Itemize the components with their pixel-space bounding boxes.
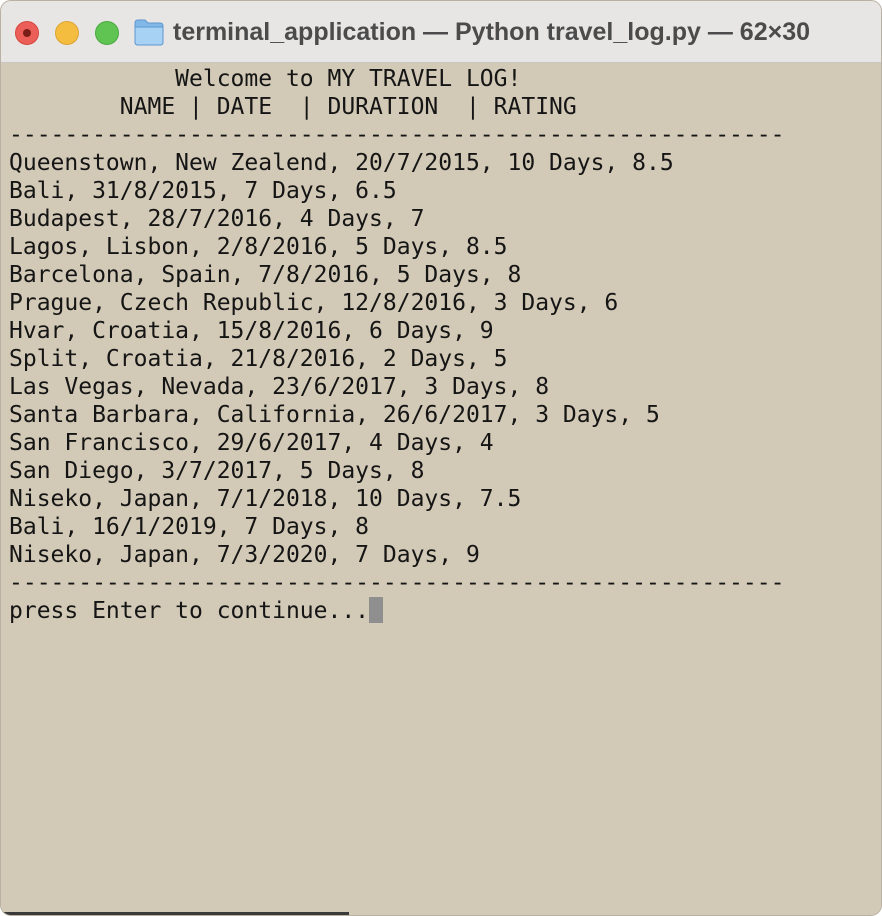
close-button[interactable] xyxy=(15,21,39,45)
travel-entry: Barcelona, Spain, 7/8/2016, 5 Days, 8 xyxy=(9,262,522,288)
travel-entry: Santa Barbara, California, 26/6/2017, 3 … xyxy=(9,402,660,428)
text-cursor xyxy=(369,597,384,623)
title-bar[interactable]: terminal_application — Python travel_log… xyxy=(1,1,881,63)
terminal-content[interactable]: Welcome to MY TRAVEL LOG! NAME | DATE | … xyxy=(1,63,881,915)
window-edge xyxy=(1,912,349,915)
zoom-button[interactable] xyxy=(95,21,119,45)
travel-entry: Budapest, 28/7/2016, 4 Days, 7 xyxy=(9,206,425,232)
terminal-window: terminal_application — Python travel_log… xyxy=(0,0,882,916)
travel-entry: Bali, 16/1/2019, 7 Days, 8 xyxy=(9,514,370,540)
travel-entry: Hvar, Croatia, 15/8/2016, 6 Days, 9 xyxy=(9,318,494,344)
close-icon xyxy=(23,29,31,37)
travel-entry: San Francisco, 29/6/2017, 4 Days, 4 xyxy=(9,430,494,456)
column-header: NAME | DATE | DURATION | RATING xyxy=(9,94,577,120)
window-title: terminal_application — Python travel_log… xyxy=(173,18,810,46)
divider-top: ----------------------------------------… xyxy=(9,122,785,148)
minimize-button[interactable] xyxy=(55,21,79,45)
travel-entry: Prague, Czech Republic, 12/8/2016, 3 Day… xyxy=(9,290,619,316)
prompt-line: press Enter to continue... xyxy=(9,597,384,625)
prompt-text: press Enter to continue... xyxy=(9,598,370,624)
travel-entry: Lagos, Lisbon, 2/8/2016, 5 Days, 8.5 xyxy=(9,234,508,260)
travel-entry: Las Vegas, Nevada, 23/6/2017, 3 Days, 8 xyxy=(9,374,550,400)
travel-entry: San Diego, 3/7/2017, 5 Days, 8 xyxy=(9,458,425,484)
travel-entry: Niseko, Japan, 7/3/2020, 7 Days, 9 xyxy=(9,542,480,568)
travel-entry: Queenstown, New Zealend, 20/7/2015, 10 D… xyxy=(9,150,674,176)
travel-entry: Niseko, Japan, 7/1/2018, 10 Days, 7.5 xyxy=(9,486,522,512)
travel-entry: Split, Croatia, 21/8/2016, 2 Days, 5 xyxy=(9,346,508,372)
folder-icon xyxy=(134,19,164,46)
travel-entry: Bali, 31/8/2015, 7 Days, 6.5 xyxy=(9,178,397,204)
welcome-line: Welcome to MY TRAVEL LOG! xyxy=(9,66,522,92)
divider-bottom: ----------------------------------------… xyxy=(9,570,785,596)
